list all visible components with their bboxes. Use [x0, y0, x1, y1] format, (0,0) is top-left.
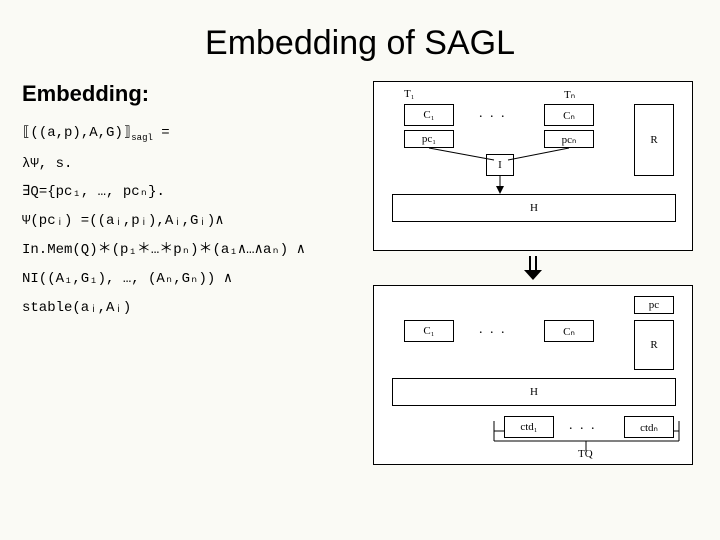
formula-line-2: λΨ, s. — [22, 156, 352, 173]
formula-line-4: Ψ(pcᵢ) =((aᵢ,pᵢ),Aᵢ,Gᵢ)∧ — [22, 213, 352, 230]
l5-star-4: ＊ — [198, 242, 212, 258]
formula-line-3: ∃Q={pc₁, …, pcₙ}. — [22, 184, 352, 201]
l1-post: = — [153, 125, 170, 141]
formula-line-5: In.Mem(Q)＊(p₁＊…＊pₙ)＊(a₁∧…∧aₙ) ∧ — [22, 242, 352, 259]
l5-star-1: ＊ — [98, 242, 112, 258]
content-row: Embedding: ⟦((a,p),A,G)⟧sagl = λΨ, s. ∃Q… — [0, 63, 720, 465]
formula-column: Embedding: ⟦((a,p),A,G)⟧sagl = λΨ, s. ∃Q… — [22, 81, 352, 465]
l1-sub: sagl — [131, 133, 153, 143]
l5-a: (a₁∧…∧aₙ) ∧ — [212, 242, 305, 258]
connector-lines-top — [374, 82, 692, 250]
l5-pn: pₙ) — [173, 242, 198, 258]
formula-line-7: stable(aᵢ,Aᵢ) — [22, 300, 352, 317]
formula-line-6: NI((A₁,G₁), …, (Aₙ,Gₙ)) ∧ — [22, 271, 352, 288]
diagram-bottom: pc C₁ . . . Cₙ R H ctd₁ . . . ctdₙ TQ — [373, 285, 693, 465]
l1-pre: ⟦((a,p),A,G)⟧ — [22, 125, 131, 141]
l5-star-2: ＊ — [137, 242, 151, 258]
subheading: Embedding: — [22, 81, 352, 107]
l5-pre: In.Mem(Q) — [22, 242, 98, 258]
page-title: Embedding of SAGL — [0, 0, 720, 63]
box-H-top: H — [392, 194, 676, 222]
connector-lines-bot — [374, 286, 692, 464]
l5-p1: (p₁ — [112, 242, 137, 258]
diagram-top: T₁ Tₙ C₁ . . . Cₙ pc₁ pcₙ R I H — [373, 81, 693, 251]
formula-line-1: ⟦((a,p),A,G)⟧sagl = — [22, 125, 352, 144]
arrow-down-icon — [516, 257, 550, 279]
diagram-column: T₁ Tₙ C₁ . . . Cₙ pc₁ pcₙ R I H — [368, 81, 698, 465]
l5-star-3: ＊ — [159, 242, 173, 258]
l5-pm: … — [151, 242, 159, 258]
label-TQ: TQ — [578, 448, 593, 460]
